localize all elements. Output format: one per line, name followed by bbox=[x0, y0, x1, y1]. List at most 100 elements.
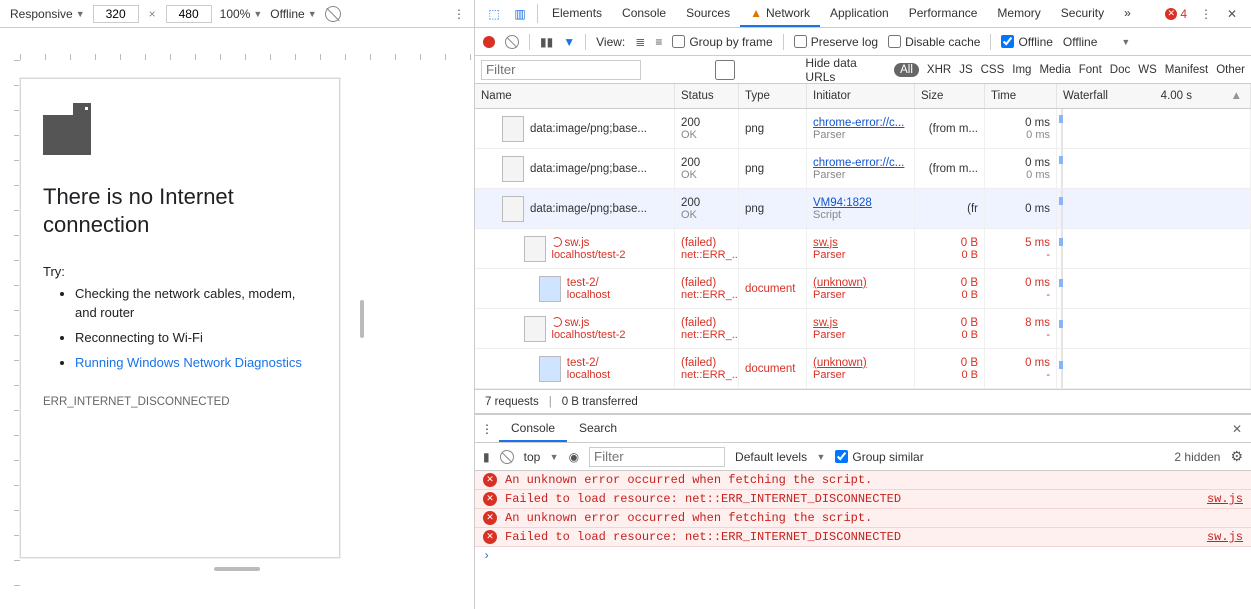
log-levels-selector[interactable]: Default levels ▼ bbox=[735, 450, 825, 464]
drawer-tab-search[interactable]: Search bbox=[567, 415, 629, 442]
network-row[interactable]: data:image/png;base... 200OK png VM94:18… bbox=[475, 189, 1251, 229]
initiator-link[interactable]: sw.js bbox=[813, 317, 908, 329]
gear-icon[interactable]: ⚙ bbox=[1230, 448, 1243, 465]
network-row[interactable]: data:image/png;base... 200OK png chrome-… bbox=[475, 109, 1251, 149]
initiator-link[interactable]: chrome-error://c... bbox=[813, 157, 908, 169]
devtools-tabstrip: ⬚ ▥ Elements Console Sources ▲Network Ap… bbox=[475, 0, 1251, 28]
kebab-icon[interactable]: ⋮ bbox=[475, 415, 499, 442]
sidebar-toggle-icon[interactable]: ▮ bbox=[483, 450, 490, 464]
chip-other[interactable]: Other bbox=[1216, 64, 1245, 76]
context-selector[interactable]: top ▼ bbox=[524, 450, 559, 464]
reload-icon bbox=[552, 237, 562, 247]
network-row[interactable]: sw.jslocalhost/test-2 (failed)net::ERR_.… bbox=[475, 309, 1251, 349]
image-icon bbox=[524, 236, 546, 262]
toggle-device-icon[interactable]: ▥ bbox=[507, 0, 533, 27]
resize-handle-bottom[interactable] bbox=[214, 567, 260, 571]
network-row[interactable]: test-2/localhost (failed)net::ERR_... do… bbox=[475, 349, 1251, 389]
diagnostics-link[interactable]: Running Windows Network Diagnostics bbox=[75, 355, 302, 370]
large-rows-icon[interactable]: ≣ bbox=[635, 35, 645, 49]
hide-data-urls-checkbox[interactable]: Hide data URLs bbox=[649, 56, 886, 84]
close-drawer-icon[interactable]: ✕ bbox=[1223, 415, 1251, 442]
chip-all[interactable]: All bbox=[894, 63, 919, 77]
viewport-width-input[interactable] bbox=[93, 5, 139, 23]
chip-doc[interactable]: Doc bbox=[1110, 64, 1130, 76]
waterfall-cell bbox=[1057, 149, 1251, 188]
console-error-message[interactable]: ✕An unknown error occurred when fetching… bbox=[475, 471, 1251, 490]
chip-css[interactable]: CSS bbox=[981, 64, 1005, 76]
filter-icon[interactable]: ▼ bbox=[563, 35, 575, 49]
tab-memory[interactable]: Memory bbox=[987, 0, 1050, 27]
chip-ws[interactable]: WS bbox=[1138, 64, 1157, 76]
group-by-frame-checkbox[interactable]: Group by frame bbox=[672, 35, 772, 49]
tab-security[interactable]: Security bbox=[1051, 0, 1114, 27]
col-size[interactable]: Size bbox=[915, 84, 985, 108]
emulated-page[interactable]: There is no Internet connection Try: Che… bbox=[20, 78, 340, 558]
throttling-selector[interactable]: Offline bbox=[1063, 35, 1097, 49]
zoom-selector[interactable]: 100% ▼ bbox=[220, 7, 263, 21]
chip-js[interactable]: JS bbox=[959, 64, 972, 76]
clear-icon[interactable] bbox=[505, 35, 519, 49]
overview-icon[interactable]: ≡ bbox=[655, 35, 662, 49]
hidden-count[interactable]: 2 hidden bbox=[1174, 450, 1220, 464]
initiator-link[interactable]: VM94:1828 bbox=[813, 197, 908, 209]
chip-font[interactable]: Font bbox=[1079, 64, 1102, 76]
eye-icon[interactable]: ◉ bbox=[569, 450, 579, 464]
message-source-link[interactable]: sw.js bbox=[1207, 530, 1243, 544]
tab-network[interactable]: ▲Network bbox=[740, 0, 820, 27]
drawer-tab-console[interactable]: Console bbox=[499, 415, 567, 442]
viewport-height-input[interactable] bbox=[166, 5, 212, 23]
caret-down-icon: ▼ bbox=[308, 9, 317, 19]
message-source-link[interactable]: sw.js bbox=[1207, 492, 1243, 506]
group-similar-checkbox[interactable]: Group similar bbox=[835, 450, 923, 464]
kebab-icon[interactable]: ⋮ bbox=[453, 7, 464, 21]
close-devtools-icon[interactable]: ✕ bbox=[1219, 0, 1245, 27]
console-error-message[interactable]: ✕An unknown error occurred when fetching… bbox=[475, 509, 1251, 528]
record-icon[interactable] bbox=[483, 36, 495, 48]
viewport-area: There is no Internet connection Try: Che… bbox=[0, 28, 474, 609]
error-count-badge[interactable]: ✕4 bbox=[1159, 0, 1193, 27]
error-icon: ✕ bbox=[483, 511, 497, 525]
chip-media[interactable]: Media bbox=[1039, 64, 1070, 76]
network-row[interactable]: sw.jslocalhost/test-2 (failed)net::ERR_.… bbox=[475, 229, 1251, 269]
console-prompt[interactable]: › bbox=[475, 547, 1251, 565]
col-type[interactable]: Type bbox=[739, 84, 807, 108]
col-name[interactable]: Name bbox=[475, 84, 675, 108]
col-status[interactable]: Status bbox=[675, 84, 739, 108]
tab-console[interactable]: Console bbox=[612, 0, 676, 27]
chip-xhr[interactable]: XHR bbox=[927, 64, 951, 76]
resize-handle-right[interactable] bbox=[360, 300, 364, 338]
initiator-link[interactable]: sw.js bbox=[813, 237, 908, 249]
chip-manifest[interactable]: Manifest bbox=[1165, 64, 1208, 76]
device-selector[interactable]: Responsive ▼ bbox=[10, 7, 85, 21]
col-waterfall[interactable]: Waterfall4.00 s▲ bbox=[1057, 84, 1251, 108]
tab-sources[interactable]: Sources bbox=[676, 0, 740, 27]
tab-elements[interactable]: Elements bbox=[542, 0, 612, 27]
kebab-icon[interactable]: ⋮ bbox=[1193, 0, 1219, 27]
network-table-header[interactable]: Name Status Type Initiator Size Time Wat… bbox=[475, 84, 1251, 109]
network-filter-input[interactable] bbox=[481, 60, 641, 80]
caret-down-icon[interactable]: ▼ bbox=[1121, 37, 1130, 47]
console-error-message[interactable]: ✕Failed to load resource: net::ERR_INTER… bbox=[475, 490, 1251, 509]
disable-cache-checkbox[interactable]: Disable cache bbox=[888, 35, 980, 49]
network-row[interactable]: data:image/png;base... 200OK png chrome-… bbox=[475, 149, 1251, 189]
initiator-link[interactable]: (unknown) bbox=[813, 277, 908, 289]
clear-console-icon[interactable] bbox=[500, 450, 514, 464]
col-time[interactable]: Time bbox=[985, 84, 1057, 108]
throttle-selector[interactable]: Offline ▼ bbox=[270, 7, 316, 21]
console-filter-input[interactable] bbox=[589, 447, 725, 467]
inspect-element-icon[interactable]: ⬚ bbox=[481, 0, 507, 27]
tab-performance[interactable]: Performance bbox=[899, 0, 988, 27]
initiator-link[interactable]: (unknown) bbox=[813, 357, 908, 369]
initiator-link[interactable]: chrome-error://c... bbox=[813, 117, 908, 129]
chip-img[interactable]: Img bbox=[1012, 64, 1031, 76]
tab-application[interactable]: Application bbox=[820, 0, 899, 27]
tab-more[interactable]: » bbox=[1114, 0, 1141, 27]
console-error-message[interactable]: ✕Failed to load resource: net::ERR_INTER… bbox=[475, 528, 1251, 547]
ruler-horizontal bbox=[20, 54, 474, 60]
offline-checkbox[interactable]: Offline bbox=[1001, 35, 1052, 49]
drawer-tabstrip: ⋮ Console Search ✕ bbox=[475, 415, 1251, 443]
preserve-log-checkbox[interactable]: Preserve log bbox=[794, 35, 878, 49]
network-row[interactable]: test-2/localhost (failed)net::ERR_... do… bbox=[475, 269, 1251, 309]
camera-icon[interactable]: ▮▮ bbox=[540, 35, 553, 49]
col-initiator[interactable]: Initiator bbox=[807, 84, 915, 108]
